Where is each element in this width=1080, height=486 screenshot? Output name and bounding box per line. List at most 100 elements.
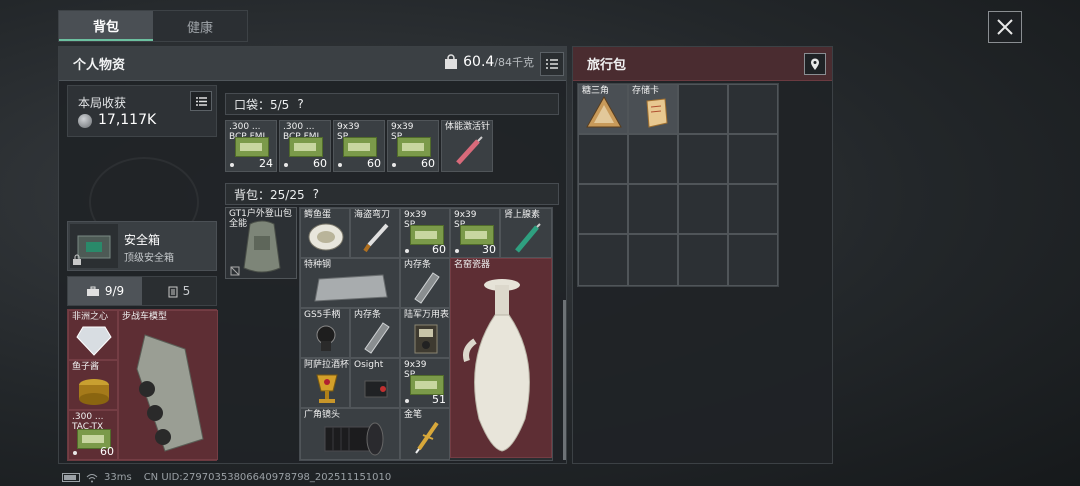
item-ammo-9x39-a[interactable]: 9x39 SP... 60: [400, 208, 450, 258]
backpack-slot[interactable]: GT1户外登山包 全能: [225, 207, 297, 279]
empty-slot[interactable]: [678, 184, 728, 234]
item-gold-pen[interactable]: 金笔: [400, 408, 450, 460]
memory-icon: [414, 272, 440, 304]
empty-slot[interactable]: [628, 184, 678, 234]
pocket-item-5[interactable]: 体能激活针: [441, 120, 493, 172]
item-diamond[interactable]: 非洲之心: [68, 310, 118, 360]
harvest-box: 本局收获 17,117K: [67, 85, 217, 137]
personal-title: 个人物资: [73, 58, 126, 73]
close-icon: [997, 19, 1013, 35]
backpack-help-button[interactable]: ?: [313, 187, 319, 201]
steel-ingot-icon: [314, 274, 388, 302]
lock-icon: [73, 254, 81, 265]
empty-slot[interactable]: [678, 234, 728, 286]
travel-grid: 糖三角 存储卡: [577, 83, 779, 287]
multimeter-icon: [414, 324, 438, 354]
harvest-list-button[interactable]: [190, 91, 212, 111]
empty-slot[interactable]: [728, 84, 778, 134]
safebox-name: 安全箱: [124, 233, 161, 247]
item-count: 51: [432, 393, 446, 406]
ammo-icon: [289, 137, 323, 157]
ammo-icon: [410, 225, 444, 245]
item-ammo-9x39-b[interactable]: 9x39 SP... 30: [450, 208, 500, 258]
location-pin-icon: [811, 58, 819, 70]
weight-value: 60.4: [463, 54, 495, 70]
harvest-value: 17,117K: [98, 112, 157, 128]
unequip-icon: [230, 266, 240, 276]
safebox-slot[interactable]: 安全箱 顶级安全箱: [67, 221, 217, 271]
item-ammo-tac[interactable]: .300 ... TAC-TX 60: [68, 410, 118, 460]
vase-icon: [463, 279, 530, 452]
tab-safebox-items[interactable]: 9/9: [68, 277, 142, 305]
backpack-icon: [243, 220, 281, 273]
item-storage-card[interactable]: 存储卡: [628, 84, 678, 134]
item-dot: [73, 451, 77, 455]
item-famous-porcelain[interactable]: 名窑瓷器: [450, 258, 552, 458]
safebox-grid: 非洲之心 步战车模型 鱼子酱 .300 ... TAC-TX 60: [67, 309, 218, 461]
empty-slot[interactable]: [678, 134, 728, 184]
ammo-icon: [397, 137, 431, 157]
uid-text: CN UID:279703538066409787​98_20251115101…: [143, 472, 392, 483]
item-memory-stick-b[interactable]: 内存条: [350, 308, 400, 358]
pocket-item-3[interactable]: 9x39 SP... 60: [333, 120, 385, 172]
empty-slot[interactable]: [728, 134, 778, 184]
tab-backpack[interactable]: 背包: [59, 11, 153, 41]
item-special-steel[interactable]: 特种钢: [300, 258, 400, 308]
empty-slot[interactable]: [728, 234, 778, 286]
item-pirate-saber[interactable]: 海盗弯刀: [350, 208, 400, 258]
item-wide-angle-lens[interactable]: 广角镜头: [300, 408, 400, 460]
pocket-header: 口袋：5/5 ?: [225, 93, 559, 115]
tab-safebox-cards[interactable]: 5: [142, 277, 216, 305]
item-count: 60: [432, 243, 446, 256]
empty-slot[interactable]: [628, 134, 678, 184]
item-dot: [392, 163, 396, 167]
travel-panel: 旅行包 糖三角 存储卡: [572, 46, 833, 464]
item-gs5-grip[interactable]: GS5手柄: [300, 308, 350, 358]
lens-icon: [324, 422, 384, 456]
pocket-help-button[interactable]: ?: [297, 97, 303, 111]
location-pin-button[interactable]: [804, 53, 826, 75]
ammo-icon: [460, 225, 494, 245]
item-vehicle-model[interactable]: 步战车模型: [118, 310, 218, 460]
empty-slot[interactable]: [628, 234, 678, 286]
item-caviar[interactable]: 鱼子酱: [68, 360, 118, 410]
item-sugar-triangle[interactable]: 糖三角: [578, 84, 628, 134]
pocket-item-1[interactable]: .300 ... BCP FMJ 24: [225, 120, 277, 172]
empty-slot[interactable]: [578, 234, 628, 286]
pocket-item-4[interactable]: 9x39 SP... 60: [387, 120, 439, 172]
list-icon: [546, 59, 558, 69]
memory-icon: [364, 322, 390, 354]
ammo-icon: [343, 137, 377, 157]
weight-icon: [445, 54, 458, 69]
item-count: 60: [421, 157, 435, 170]
backpack-title: 背包：25/25: [234, 187, 305, 202]
empty-slot[interactable]: [578, 134, 628, 184]
item-count: 60: [367, 157, 381, 170]
wifi-icon: [86, 473, 98, 482]
injector-icon: [515, 223, 541, 253]
item-adrenaline[interactable]: 肾上腺素: [500, 208, 552, 258]
memory-card-icon: [646, 98, 668, 128]
item-memory-stick-a[interactable]: 内存条: [400, 258, 450, 308]
tab-health[interactable]: 健康: [153, 11, 247, 41]
item-dot: [455, 249, 459, 253]
sort-list-button[interactable]: [540, 52, 564, 76]
close-button[interactable]: [988, 11, 1022, 43]
item-army-multimeter[interactable]: 陆军万用表: [400, 308, 450, 358]
item-osight[interactable]: Osight: [350, 358, 400, 408]
empty-slot[interactable]: [728, 184, 778, 234]
triangle-card-icon: [586, 95, 622, 128]
backpack-header: 背包：25/25 ?: [225, 183, 559, 205]
scrollbar[interactable]: [563, 300, 566, 460]
item-ammo-9x39-c[interactable]: 9x39 SP... 51: [400, 358, 450, 408]
item-dot: [338, 163, 342, 167]
item-asala-goblet[interactable]: 阿萨拉酒杯: [300, 358, 350, 408]
item-dot: [230, 163, 234, 167]
clipboard-icon: [168, 286, 178, 297]
pocket-item-2[interactable]: .300 ... BCP FMJ 60: [279, 120, 331, 172]
empty-slot[interactable]: [678, 84, 728, 134]
empty-slot[interactable]: [578, 184, 628, 234]
backpack-grid: 鳄鱼蛋 海盗弯刀 9x39 SP... 60 9x39 SP... 30 肾上腺…: [299, 207, 553, 461]
item-crocodile-egg[interactable]: 鳄鱼蛋: [300, 208, 350, 258]
caviar-icon: [79, 379, 109, 405]
